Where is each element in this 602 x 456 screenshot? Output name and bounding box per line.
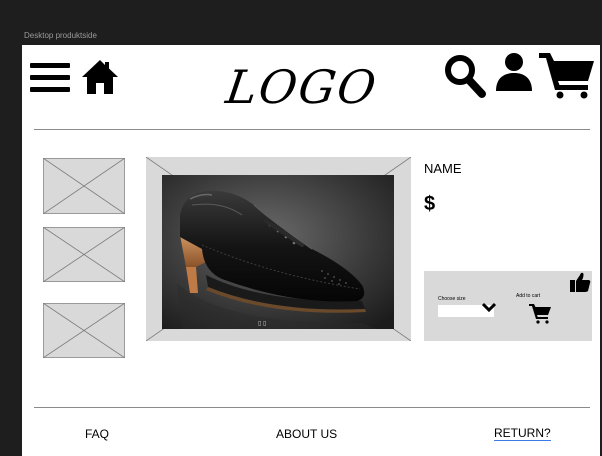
photo-caption: ▯ ▯ (258, 321, 267, 327)
chevron-down-icon[interactable] (482, 301, 496, 313)
product-price: $ (424, 193, 436, 215)
footer-link-faq[interactable]: FAQ (85, 427, 109, 441)
thumbs-up-icon[interactable] (569, 271, 591, 293)
user-icon[interactable] (494, 52, 534, 92)
purchase-panel: Choose size Add to cart (424, 271, 592, 341)
logo[interactable]: LOGO (218, 59, 386, 115)
header-divider (34, 129, 590, 130)
size-label: Choose size (438, 296, 466, 302)
product-name: NAME (424, 161, 462, 176)
footer-link-about-us[interactable]: ABOUT US (276, 427, 337, 441)
cart-icon[interactable] (538, 49, 596, 99)
hamburger-icon[interactable] (30, 59, 70, 95)
thumbnail-1[interactable] (43, 158, 125, 214)
search-icon[interactable] (443, 53, 487, 99)
footer-link-return[interactable]: RETURN? (494, 427, 551, 441)
shoe-photo[interactable] (162, 175, 394, 329)
add-to-cart-label: Add to cart (516, 293, 541, 299)
footer-divider (34, 407, 590, 408)
frame-label: Desktop produktside (24, 31, 97, 40)
thumbnail-3[interactable] (43, 303, 125, 358)
product-page: LOGO ▯ ▯ NAME $ Choose size Add to cart … (22, 45, 600, 456)
thumbnail-2[interactable] (43, 227, 125, 282)
add-to-cart-button[interactable] (528, 302, 552, 324)
home-icon[interactable] (80, 59, 120, 95)
